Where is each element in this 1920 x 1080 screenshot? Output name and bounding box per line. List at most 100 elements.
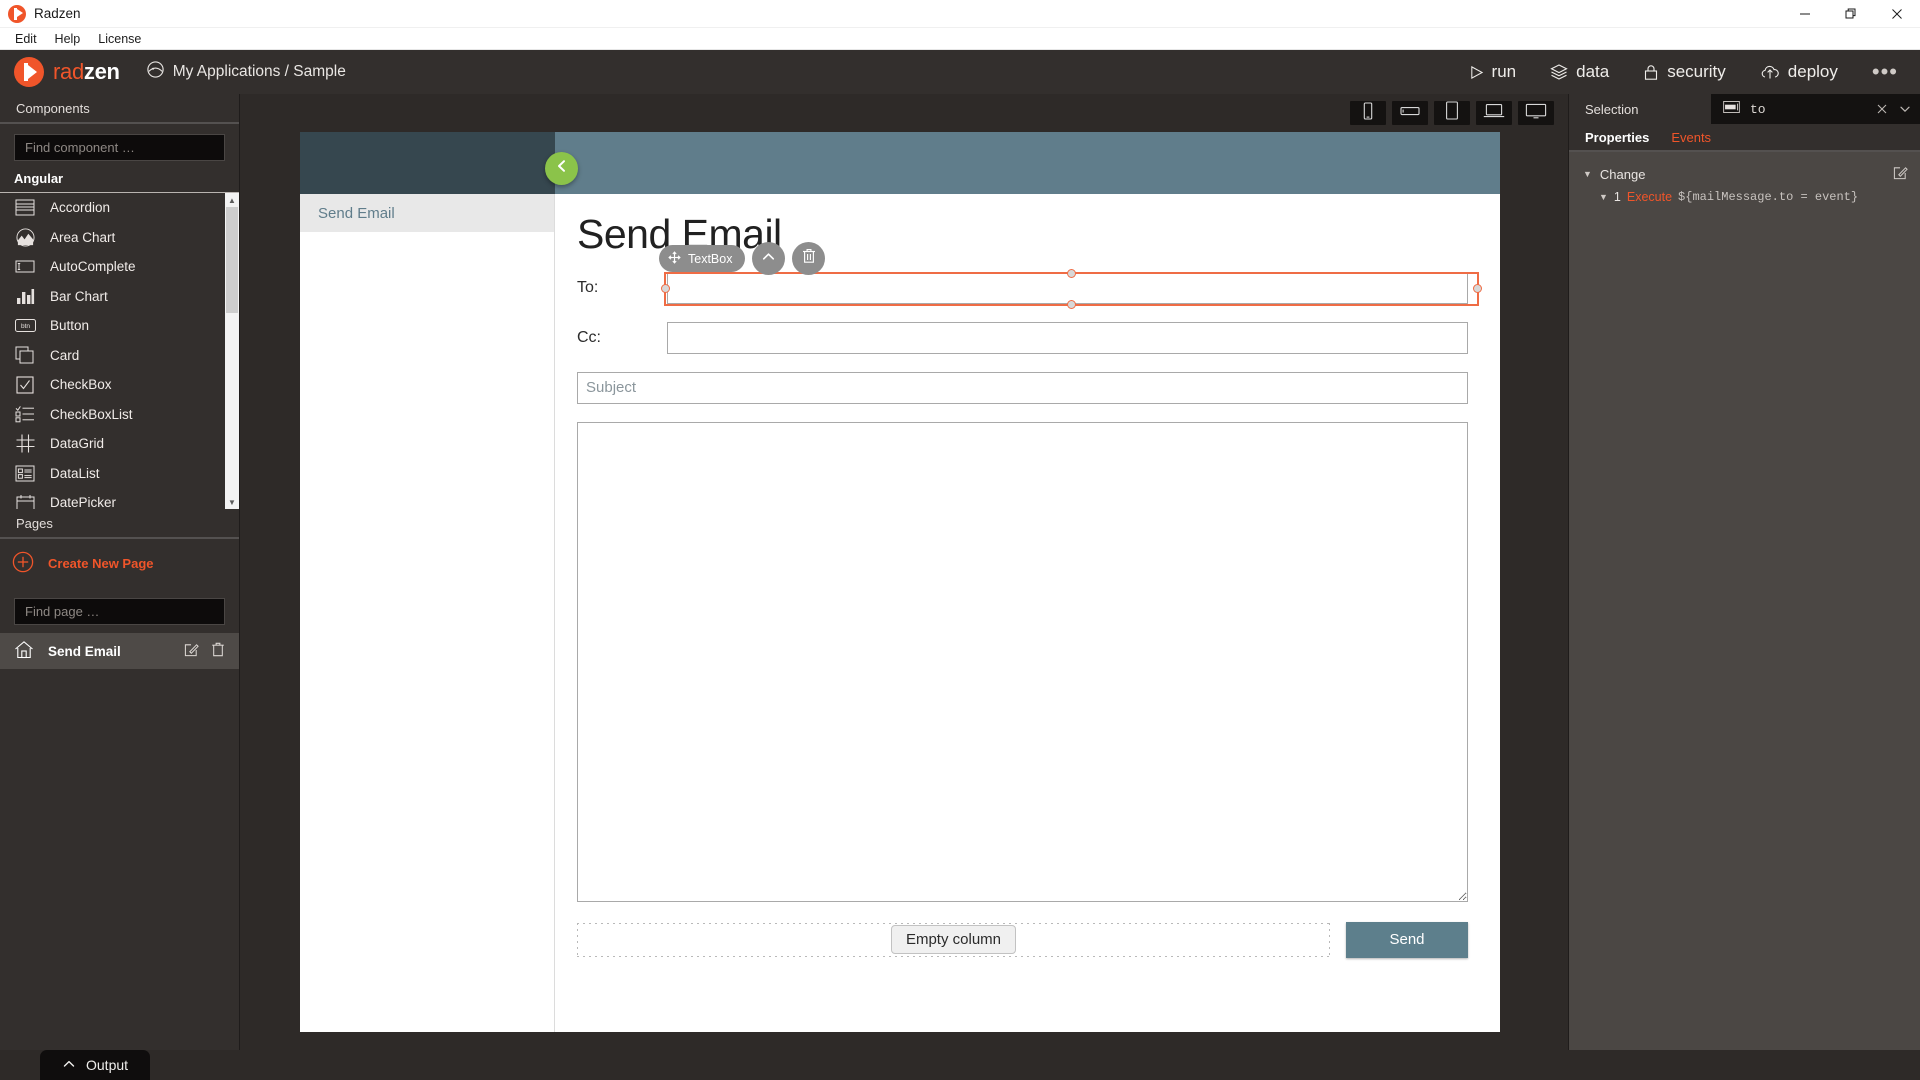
brand-zen: zen [83,59,120,84]
component-item-card[interactable]: Card [0,341,239,371]
tab-events[interactable]: Events [1671,130,1711,145]
output-toggle-button[interactable]: Output [40,1050,151,1080]
lock-icon [1643,64,1659,81]
message-body-textarea[interactable] [577,421,1468,902]
close-button[interactable] [1874,0,1920,28]
close-x-icon[interactable] [1876,103,1888,115]
cc-input[interactable] [667,321,1468,354]
subject-input[interactable] [577,371,1468,404]
device-phone-landscape-button[interactable] [1392,101,1428,125]
page-item-send-email[interactable]: Send Email [0,633,239,669]
caret-down-icon[interactable]: ▼ [1599,192,1608,202]
data-button[interactable]: data [1550,62,1609,82]
resize-handle-right[interactable] [1473,284,1482,293]
tab-properties[interactable]: Properties [1585,130,1649,145]
accordion-icon [14,198,36,217]
app-toolbar: radzen My Applications / Sample run data… [0,50,1920,94]
pages-section: Pages Create New Page Send Email [0,509,239,669]
form-row-to: To: [577,271,1468,304]
event-action-verb: Execute [1626,190,1673,204]
component-item-datepicker[interactable]: DatePicker [0,488,239,509]
device-tablet-button[interactable] [1434,101,1470,125]
to-input[interactable] [667,271,1468,304]
tablet-icon [1445,101,1459,125]
device-phone-portrait-button[interactable] [1350,101,1386,125]
breadcrumb[interactable]: My Applications / Sample [146,60,346,84]
chevron-down-icon[interactable] [1898,102,1912,116]
form-row-cc: Cc: [577,321,1468,354]
component-item-datagrid[interactable]: DataGrid [0,429,239,459]
maximize-restore-button[interactable] [1828,0,1874,28]
right-panel-tabs: Properties Events [1569,124,1920,152]
select-parent-button[interactable] [752,242,786,275]
device-laptop-button[interactable] [1476,101,1512,125]
overflow-menu-button[interactable]: ••• [1872,61,1898,83]
component-label: DatePicker [50,495,117,509]
component-list-scrollbar[interactable]: ▲ ▼ [225,193,239,509]
create-new-page-button[interactable]: Create New Page [0,539,239,588]
run-button[interactable]: run [1469,62,1516,82]
output-bar: Output [0,1050,1920,1080]
component-item-button[interactable]: btn Button [0,311,239,341]
send-button[interactable]: Send [1346,921,1468,958]
page-search-input[interactable] [14,598,225,625]
to-label: To: [577,278,599,296]
radzen-brand[interactable]: radzen [14,57,120,87]
move-cross-icon[interactable] [668,250,681,267]
deploy-button[interactable]: deploy [1760,62,1838,82]
component-search-wrap [0,124,239,169]
event-action-row[interactable]: ▼ 1 Execute ${mailMessage.to = event} [1569,186,1920,208]
component-item-bar-chart[interactable]: Bar Chart [0,282,239,312]
checkbox-icon [14,375,36,394]
device-size-toolbar [240,94,1568,132]
delete-component-button[interactable] [792,242,826,275]
design-canvas[interactable]: Send Email Send Email To: Cc: Subject Em… [300,132,1500,1032]
textbox-abc-icon [1723,101,1740,117]
menu-item-edit[interactable]: Edit [6,30,46,48]
components-panel-header: Components [0,94,239,124]
desktop-icon [1525,103,1547,124]
component-item-datalist[interactable]: DataList [0,459,239,489]
edit-square-icon[interactable] [1893,165,1908,183]
menu-item-license[interactable]: License [89,30,150,48]
trash-icon[interactable] [211,642,225,660]
menu-item-help[interactable]: Help [46,30,90,48]
cloud-upload-icon [1760,64,1780,81]
scroll-down-arrow-icon[interactable]: ▼ [225,495,239,509]
page-search-wrap [0,588,239,633]
empty-column-label: Empty column [890,925,1017,955]
breadcrumb-text: My Applications / Sample [172,63,346,80]
minimize-button[interactable] [1782,0,1828,28]
component-search-input[interactable] [14,134,225,161]
scrollbar-thumb[interactable] [226,207,238,313]
selection-toolbar: TextBox [659,242,826,275]
selection-value: to [1750,101,1766,117]
output-label: Output [86,1057,129,1073]
selection-header: Selection to [1569,94,1920,124]
component-item-area-chart[interactable]: Area Chart [0,223,239,253]
component-item-checkboxlist[interactable]: CheckBoxList [0,400,239,430]
caret-down-icon[interactable]: ▼ [1583,169,1592,179]
device-desktop-button[interactable] [1518,101,1554,125]
component-list[interactable]: Accordion Area Chart AutoComplete Bar Ch… [0,193,239,509]
chevron-left-icon [554,158,570,179]
empty-column-dropzone[interactable]: Empty column [577,922,1330,957]
layers-stack-icon [1550,63,1568,81]
bar-chart-icon [14,287,36,306]
sidenav-item-send-email[interactable]: Send Email [300,194,554,232]
component-item-checkbox[interactable]: CheckBox [0,370,239,400]
edit-square-icon[interactable] [184,642,199,660]
window-titlebar: Radzen [0,0,1920,28]
card-icon [14,346,36,365]
design-area: Send Email Send Email To: Cc: Subject Em… [240,94,1568,1080]
component-label: Area Chart [50,229,116,245]
selection-combobox[interactable]: to [1711,94,1920,124]
event-group-label: Change [1599,166,1646,182]
selected-component-chip[interactable]: TextBox [659,245,746,272]
component-item-autocomplete[interactable]: AutoComplete [0,252,239,282]
sidebar-toggle-button[interactable] [545,152,578,185]
security-button[interactable]: security [1643,62,1726,82]
component-item-accordion[interactable]: Accordion [0,193,239,223]
scroll-up-arrow-icon[interactable]: ▲ [225,193,239,207]
event-group-change[interactable]: ▼ Change [1569,162,1920,186]
